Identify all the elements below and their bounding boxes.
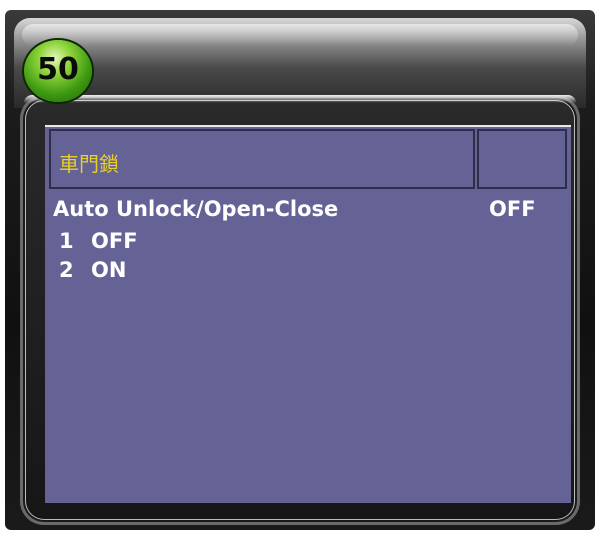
option-number: 2: [59, 258, 74, 282]
option-label: OFF: [91, 229, 138, 253]
option-item-off[interactable]: 1 OFF: [53, 229, 138, 257]
setting-row[interactable]: Auto Unlock/Open-Close OFF: [53, 197, 563, 227]
option-label: ON: [91, 258, 127, 282]
page-number: 50: [37, 52, 79, 87]
setting-name: Auto Unlock/Open-Close: [53, 197, 339, 221]
option-item-on[interactable]: 2 ON: [53, 258, 126, 286]
menu-title: 車門鎖: [59, 152, 119, 176]
menu-screen: 車門鎖 Auto Unlock/Open-Close OFF 1 OFF 2 ON: [45, 125, 571, 503]
menu-title-box: 車門鎖: [49, 129, 475, 189]
device-display: 50 車門鎖 Auto Unlock/Open-Close OFF 1 OFF 2…: [0, 0, 601, 533]
setting-current-value: OFF: [489, 197, 536, 221]
page-number-badge: 50: [24, 40, 92, 102]
option-number: 1: [59, 229, 74, 253]
menu-side-box: [477, 129, 567, 189]
